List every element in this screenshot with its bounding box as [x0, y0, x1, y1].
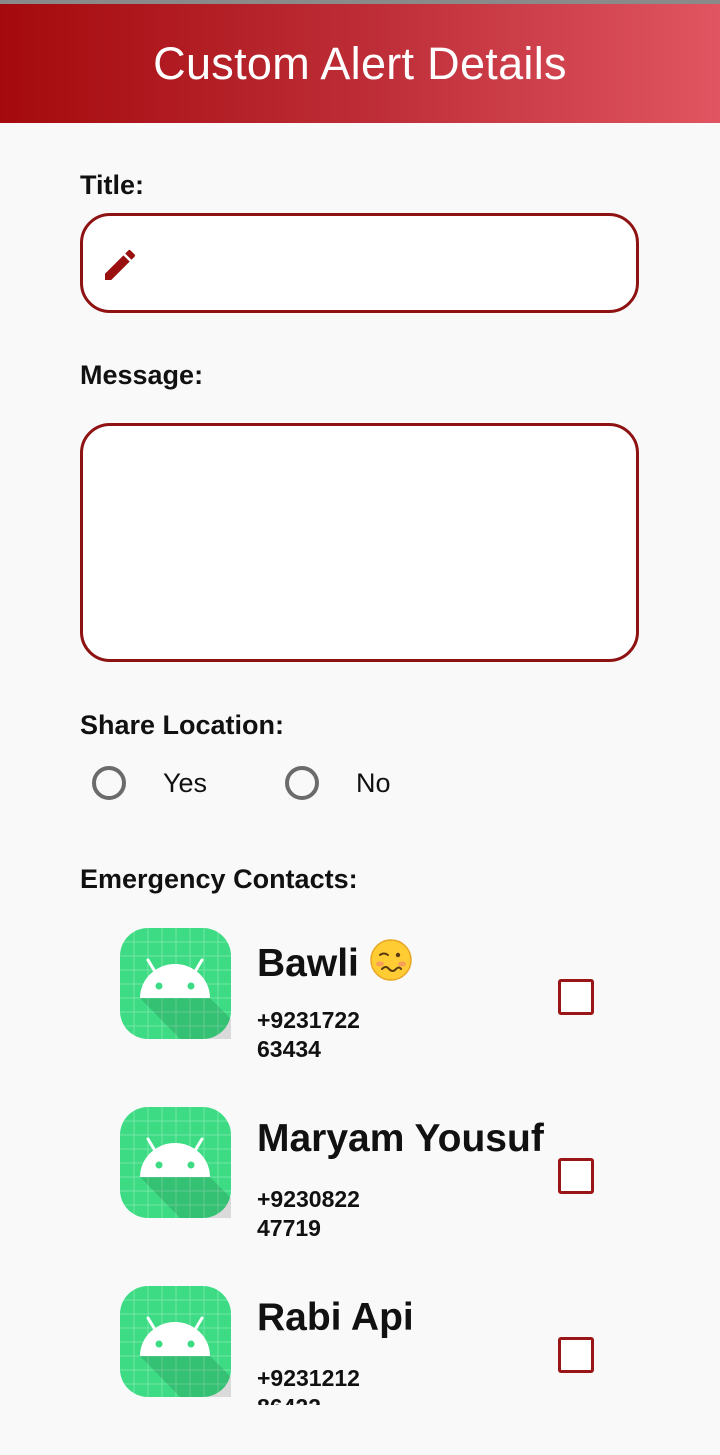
share-location-label: Share Location: [80, 710, 285, 740]
contact-name-text: Bawli [257, 942, 359, 985]
contact-phone: +923082247719 [257, 1186, 360, 1241]
contact-name: Rabi Api [257, 1296, 414, 1339]
title-label: Title: [80, 170, 145, 200]
pencil-icon [105, 249, 136, 280]
android-avatar-icon [120, 928, 231, 1039]
share-yes-radio[interactable]: Yes [92, 766, 207, 800]
android-avatar-icon [120, 1286, 231, 1397]
title-input[interactable] [80, 213, 639, 313]
emergency-contacts-label: Emergency Contacts: [80, 864, 358, 894]
contact-checkbox[interactable] [558, 1337, 594, 1373]
page-title: Custom Alert Details [153, 37, 567, 89]
app-bar: Custom Alert Details [0, 4, 720, 123]
radio-circle[interactable] [92, 766, 126, 800]
contact-phone: +923172263434 [257, 1007, 360, 1062]
list-clip-edge [0, 1405, 720, 1455]
contact-item[interactable]: Maryam Yousuf +923082247719 [120, 1107, 680, 1257]
woozy-face-icon [370, 939, 412, 981]
radio-label-no: No [356, 767, 391, 798]
contact-name: Bawli [257, 938, 413, 986]
radio-label-yes: Yes [163, 767, 208, 798]
contact-item[interactable]: Bawli +923172263434 [120, 928, 680, 1078]
radio-circle[interactable] [285, 766, 319, 800]
message-label: Message: [80, 360, 204, 390]
contact-checkbox[interactable] [558, 1158, 594, 1194]
share-no-radio[interactable]: No [285, 766, 391, 800]
message-textarea[interactable] [80, 423, 639, 662]
contact-name: Maryam Yousuf [257, 1117, 544, 1160]
contact-checkbox[interactable] [558, 979, 594, 1015]
android-avatar-icon [120, 1107, 231, 1218]
